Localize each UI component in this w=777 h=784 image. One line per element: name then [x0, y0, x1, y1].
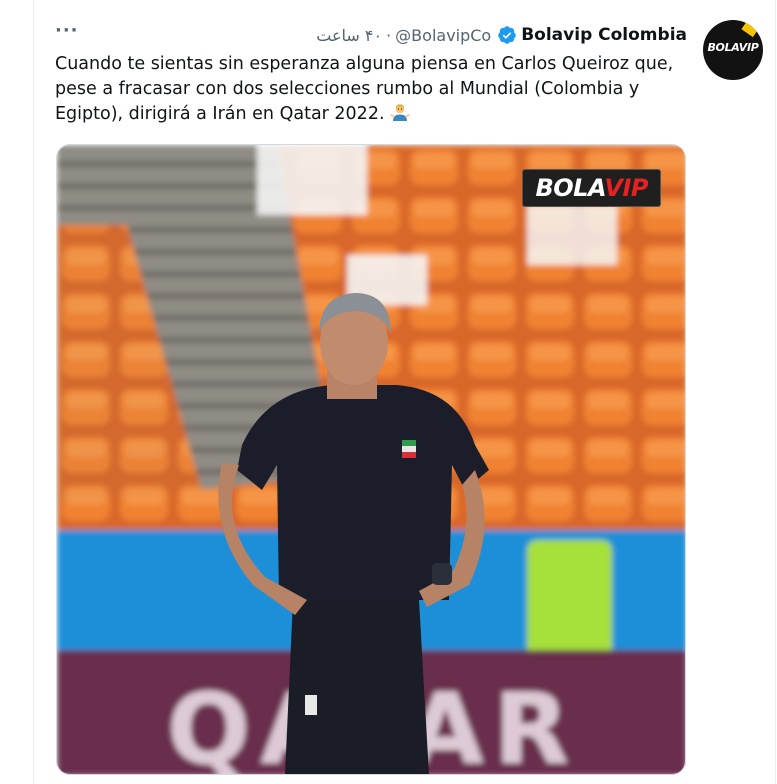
timeline-right-border [775, 0, 776, 784]
avatar-accent-shape [741, 20, 759, 38]
tweet-text: Cuando te sientas sin esperanza alguna p… [55, 52, 695, 127]
avatar-logo-text: BOLAVIP [707, 41, 759, 54]
man-shrugging-emoji-icon [390, 104, 410, 121]
tweet-timestamp[interactable]: ۴۰ ساعت [316, 26, 382, 45]
verified-badge-icon [498, 26, 516, 44]
watermark-vip: VIP [604, 174, 648, 202]
bolavip-watermark: BOLAVIP [522, 169, 661, 207]
author-avatar[interactable]: BOLAVIP [703, 20, 763, 80]
tweet-body: Cuando te sientas sin esperanza alguna p… [55, 54, 674, 124]
timeline-left-border [33, 0, 34, 784]
tweet-header: ۴۰ ساعت · @BolavipCo Bolavip Colombia [316, 20, 687, 50]
author-name[interactable]: Bolavip Colombia [521, 25, 687, 45]
watermark-bola: BOLA [535, 174, 605, 202]
tweet-media-photo[interactable]: QATAR BOLAVIP [56, 144, 686, 775]
photo-canvas: QATAR [57, 145, 685, 774]
author-handle[interactable]: @BolavipCo [395, 26, 491, 45]
more-options-button[interactable]: ··· [55, 22, 79, 40]
timestamp-separator: · [386, 25, 392, 45]
